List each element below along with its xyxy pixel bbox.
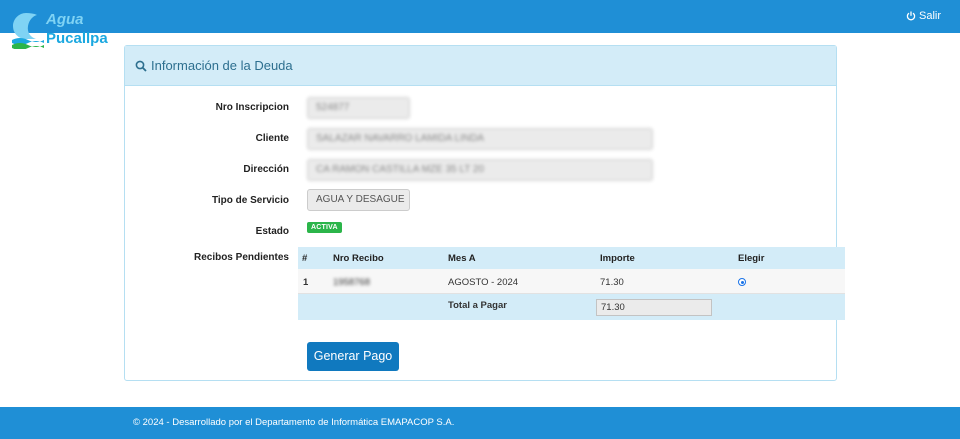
nro-inscripcion-label: Nro Inscripcion — [215, 102, 289, 113]
tipo-servicio-field: AGUA Y DESAGUE — [307, 189, 410, 211]
col-header-index: # — [302, 253, 308, 264]
nro-inscripcion-field: 524877 — [307, 97, 410, 119]
tipo-servicio-label: Tipo de Servicio — [211, 195, 289, 206]
panel-title: Información de la Deuda — [151, 58, 293, 73]
cliente-label: Cliente — [255, 133, 289, 144]
col-header-elegir: Elegir — [738, 253, 765, 264]
top-navbar: Salir — [0, 0, 960, 33]
recibos-label: Recibos Pendientes — [193, 252, 289, 263]
generate-payment-button[interactable]: Generar Pago — [307, 342, 399, 371]
brand-logo: Agua Pucallpa — [10, 11, 110, 51]
col-header-importe: Importe — [600, 253, 635, 264]
footer: © 2024 - Desarrollado por el Departament… — [0, 407, 960, 439]
panel-heading: Información de la Deuda — [125, 46, 836, 86]
brand-line2: Pucallpa — [46, 30, 108, 47]
search-icon — [135, 60, 147, 72]
row-nro-recibo: 1958768 — [333, 277, 370, 288]
direccion-label: Dirección — [243, 164, 289, 175]
row-mes: AGOSTO - 2024 — [448, 277, 519, 288]
table-total-row: Total a Pagar 71.30 — [298, 294, 845, 320]
power-icon — [906, 11, 916, 21]
estado-label: Estado — [255, 226, 289, 237]
total-label: Total a Pagar — [448, 300, 507, 311]
logout-link[interactable]: Salir — [906, 10, 941, 22]
row-importe: 71.30 — [600, 277, 624, 288]
footer-text: © 2024 - Desarrollado por el Departament… — [133, 417, 455, 428]
col-header-nro-recibo: Nro Recibo — [333, 253, 384, 264]
debt-info-panel: Información de la Deuda — [124, 45, 837, 381]
pending-receipts-table: # Nro Recibo Mes A Importe Elegir 1 1958… — [298, 247, 845, 320]
direccion-field: CA RAMON CASTILLA MZE 35 LT 20 — [307, 159, 653, 181]
row-index: 1 — [303, 277, 309, 288]
status-badge: ACTIVA — [307, 222, 342, 233]
select-receipt-radio[interactable] — [738, 278, 746, 286]
logout-label: Salir — [918, 10, 941, 22]
brand-line1: Agua — [46, 11, 84, 28]
total-field: 71.30 — [596, 299, 712, 316]
table-row: 1 1958768 AGOSTO - 2024 71.30 — [298, 269, 845, 294]
cliente-field: SALAZAR NAVARRO LAMIDA LINDA — [307, 128, 653, 150]
table-header-row: # Nro Recibo Mes A Importe Elegir — [298, 247, 845, 269]
col-header-mes: Mes A — [448, 253, 476, 264]
water-drop-logo-icon — [12, 13, 44, 49]
